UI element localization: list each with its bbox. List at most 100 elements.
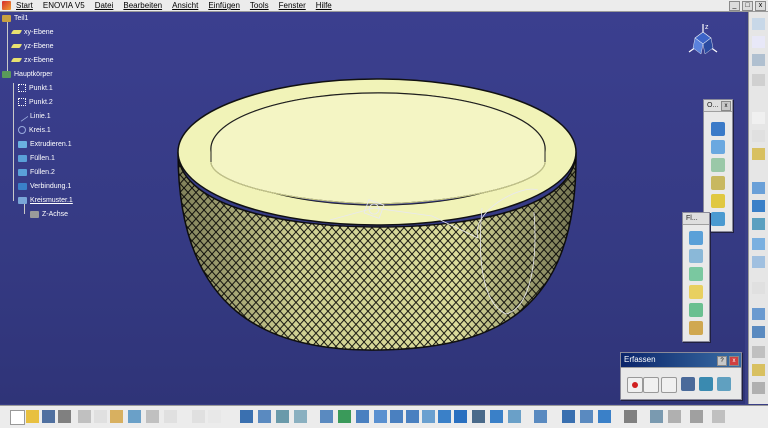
select-tool-icon[interactable] xyxy=(752,36,765,48)
axis-tool-icon[interactable] xyxy=(752,54,765,66)
corner-tool-icon[interactable] xyxy=(752,282,765,294)
menu-enovia[interactable]: ENOVIA V5 xyxy=(38,0,90,11)
fillet-icon[interactable] xyxy=(689,231,703,245)
menu-datei[interactable]: Datei xyxy=(90,0,119,11)
swap-space-icon[interactable] xyxy=(508,410,521,423)
rotate-icon[interactable] xyxy=(374,410,387,423)
tritangent-fillet-icon[interactable] xyxy=(689,303,703,317)
tree-item-fuellen1[interactable]: Füllen.1 xyxy=(18,154,55,163)
point-tool-icon[interactable] xyxy=(752,112,765,124)
menu-start[interactable]: Start xyxy=(11,0,38,11)
erfassen-help-button[interactable]: ? xyxy=(717,356,727,366)
menu-tools[interactable]: Tools xyxy=(245,0,274,11)
translate-tool-icon[interactable] xyxy=(752,364,765,376)
normal-view-icon[interactable] xyxy=(422,410,435,423)
minimize-button[interactable]: _ xyxy=(729,1,740,11)
extrude-surface-icon[interactable] xyxy=(711,140,725,154)
menu-fenster[interactable]: Fenster xyxy=(274,0,311,11)
fly-icon[interactable] xyxy=(320,410,333,423)
tree-item-hauptkoerper[interactable]: Hauptkörper xyxy=(2,70,53,79)
cut-icon[interactable] xyxy=(78,410,91,423)
pattern-icon[interactable] xyxy=(562,410,575,423)
tree-item-punkt2[interactable]: Punkt.2 xyxy=(18,98,53,107)
camera-icon[interactable] xyxy=(624,410,637,423)
zoom-out-icon[interactable] xyxy=(406,410,419,423)
menu-einfuegen[interactable]: Einfügen xyxy=(203,0,245,11)
menu-bearbeiten[interactable]: Bearbeiten xyxy=(118,0,167,11)
tree-item-fuellen2[interactable]: Füllen.2 xyxy=(18,168,55,177)
zoom-in-icon[interactable] xyxy=(390,410,403,423)
plane-tool-icon[interactable] xyxy=(752,18,765,30)
sync-icon[interactable] xyxy=(650,410,663,423)
save-icon[interactable] xyxy=(42,410,55,423)
album-icon[interactable] xyxy=(681,377,695,391)
tree-item-kreis1[interactable]: Kreis.1 xyxy=(18,126,51,135)
revolve-icon[interactable] xyxy=(711,158,725,172)
split-tool-icon[interactable] xyxy=(752,326,765,338)
copy-icon[interactable] xyxy=(94,410,107,423)
image-icon[interactable] xyxy=(699,377,713,391)
lock-icon[interactable] xyxy=(668,410,681,423)
menu-hilfe[interactable]: Hilfe xyxy=(311,0,337,11)
spline-tool-icon[interactable] xyxy=(752,256,765,268)
catia-app-icon[interactable] xyxy=(2,1,11,10)
view-cube-icon[interactable] xyxy=(454,410,467,423)
shading-icon[interactable] xyxy=(472,410,485,423)
tree-item-punkt1[interactable]: Punkt.1 xyxy=(18,84,53,93)
select-icon[interactable] xyxy=(643,377,659,393)
3d-viewport[interactable]: z xyxy=(0,12,745,404)
chamfer-icon[interactable] xyxy=(689,249,703,263)
paste-icon[interactable] xyxy=(110,410,123,423)
tree-item-yz-ebene[interactable]: yz-Ebene xyxy=(10,42,54,51)
fill-surface-icon[interactable] xyxy=(711,194,725,208)
snap-tool-icon[interactable] xyxy=(752,74,765,86)
compass-widget[interactable]: z xyxy=(683,20,723,60)
sweep-tool-icon[interactable] xyxy=(752,218,765,230)
pan-icon[interactable] xyxy=(356,410,369,423)
shape-fillet-icon[interactable] xyxy=(689,321,703,335)
comment-icon[interactable] xyxy=(208,410,221,423)
graph-icon[interactable] xyxy=(598,410,611,423)
offset-tool-icon[interactable] xyxy=(752,200,765,212)
line-tool-icon[interactable] xyxy=(752,130,765,142)
blend-icon[interactable] xyxy=(711,212,725,226)
fit-all-icon[interactable] xyxy=(338,410,351,423)
close-button[interactable]: x xyxy=(755,1,766,11)
print-icon[interactable] xyxy=(58,410,71,423)
circle-tool-icon[interactable] xyxy=(752,238,765,250)
tree-item-extrudieren1[interactable]: Extrudieren.1 xyxy=(18,140,72,149)
iso-view-icon[interactable] xyxy=(438,410,451,423)
tree-item-kreismuster1[interactable]: Kreismuster.1 xyxy=(18,196,73,205)
extrude-tool-icon[interactable] xyxy=(752,182,765,194)
capture-options-icon[interactable] xyxy=(661,377,677,393)
layer-icon[interactable] xyxy=(534,410,547,423)
hide-show-icon[interactable] xyxy=(490,410,503,423)
undo-icon[interactable] xyxy=(128,410,141,423)
new-icon[interactable] xyxy=(10,410,25,425)
panel-o-close-button[interactable]: x xyxy=(721,101,731,111)
transform-tool-icon[interactable] xyxy=(752,346,765,358)
plane-create-icon[interactable] xyxy=(752,148,765,160)
open-icon[interactable] xyxy=(26,410,39,423)
tree-item-z-achse[interactable]: Z-Achse xyxy=(30,210,68,219)
redo-icon[interactable] xyxy=(146,410,159,423)
menu-ansicht[interactable]: Ansicht xyxy=(167,0,203,11)
table-icon[interactable] xyxy=(240,410,253,423)
tree-item-linie1[interactable]: Linie.1 xyxy=(16,110,51,123)
variable-fillet-icon[interactable] xyxy=(689,267,703,281)
tree-item-teil1[interactable]: Teil1 xyxy=(2,14,28,23)
join-tool-icon[interactable] xyxy=(752,308,765,320)
analysis2-icon[interactable] xyxy=(294,410,307,423)
record-icon[interactable] xyxy=(627,377,643,393)
measure-icon[interactable] xyxy=(258,410,271,423)
tree-item-xy-ebene[interactable]: xy-Ebene xyxy=(10,28,54,37)
properties-icon[interactable] xyxy=(580,410,593,423)
snapshot-icon[interactable] xyxy=(690,410,703,423)
settings-icon[interactable] xyxy=(712,410,725,423)
analysis-icon[interactable] xyxy=(276,410,289,423)
erfassen-close-button[interactable]: x xyxy=(729,356,739,366)
tree-item-zx-ebene[interactable]: zx-Ebene xyxy=(10,56,54,65)
restore-button[interactable]: □ xyxy=(742,1,753,11)
tree-item-verbindung1[interactable]: Verbindung.1 xyxy=(18,182,71,191)
print-capture-icon[interactable] xyxy=(717,377,731,391)
